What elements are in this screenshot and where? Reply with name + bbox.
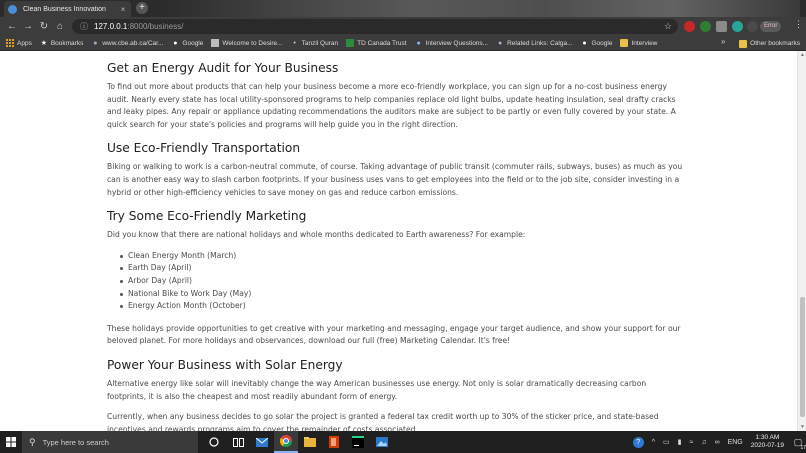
- clock-time: 1:30 AM: [755, 434, 780, 441]
- section-heading: Power Your Business with Solar Energy: [107, 357, 343, 372]
- battery-icon[interactable]: ▮: [678, 438, 682, 446]
- section-paragraph: Biking or walking to work is a carbon-ne…: [107, 162, 683, 197]
- list-item: Energy Action Month (October): [120, 300, 685, 313]
- section-heading: Use Eco-Friendly Transportation: [107, 141, 301, 156]
- bookmark-item[interactable]: ● Google: [171, 39, 203, 47]
- notification-count: 17: [800, 445, 806, 451]
- taskbar-clock[interactable]: 1:30 AM 2020-07-19: [751, 434, 784, 450]
- extension-green-icon[interactable]: [700, 21, 711, 32]
- office-app-icon[interactable]: [322, 431, 346, 453]
- folder-icon: [739, 39, 748, 48]
- star-icon: ★: [40, 40, 47, 47]
- address-bar[interactable]: ⓘ 127.0.0.1:8000/business/ ☆: [72, 19, 678, 34]
- list-item: Earth Day (April): [120, 262, 685, 275]
- list-item: Arbor Day (April): [120, 275, 685, 288]
- site-info-icon[interactable]: ⓘ: [80, 21, 88, 32]
- section-paragraph: These holidays provide opportunities to …: [107, 323, 681, 346]
- td-icon: [346, 39, 355, 47]
- apps-grid-icon: [6, 39, 14, 47]
- list-item: Clean Energy Month (March): [120, 250, 685, 263]
- section-heading: Try Some Eco-Friendly Marketing: [107, 209, 307, 224]
- action-center-button[interactable]: ▢ 17: [790, 431, 806, 453]
- extension-teal-icon[interactable]: [732, 21, 743, 32]
- list-item: National Bike to Work Day (May): [120, 288, 685, 301]
- photos-app-icon[interactable]: [370, 431, 394, 453]
- tab-strip: Clean Business Innovation × +: [0, 0, 806, 17]
- home-icon[interactable]: ⌂: [52, 21, 68, 32]
- bookmark-item[interactable]: • Tanzil Quran: [291, 39, 338, 47]
- bookmark-item[interactable]: ● Related Links: Calga...: [496, 39, 573, 47]
- extension-grey-icon[interactable]: [716, 21, 727, 32]
- bookmarks-bar: Apps ★ Bookmarks ● www.cbe.ab.ca/Car... …: [0, 36, 806, 51]
- section-paragraph: Alternative energy like solar will inevi…: [107, 378, 647, 401]
- section-paragraph: Currently, when any business decides to …: [107, 412, 659, 431]
- bookmark-item[interactable]: Interview: [620, 39, 657, 47]
- page-content: Get an Energy Audit for Your Business To…: [0, 51, 806, 431]
- menu-kebab-icon[interactable]: ⋮: [794, 19, 803, 30]
- chrome-app-icon[interactable]: [274, 431, 298, 453]
- bookmark-item[interactable]: ● Interview Questions...: [415, 39, 488, 47]
- article: Get an Energy Audit for Your Business To…: [107, 61, 685, 431]
- bookmark-item[interactable]: ● www.cbe.ab.ca/Car...: [91, 39, 163, 47]
- site-icon: [211, 39, 220, 47]
- google-icon: ●: [582, 39, 587, 47]
- mail-app-icon[interactable]: [250, 431, 274, 453]
- extensions-puzzle-icon[interactable]: [747, 21, 758, 32]
- bookmark-item[interactable]: ● Google: [581, 39, 612, 47]
- back-icon[interactable]: ←: [4, 21, 20, 32]
- url-text[interactable]: 127.0.0.1:8000/business/: [94, 22, 183, 31]
- search-icon: ⚲: [29, 436, 36, 447]
- storage-icon[interactable]: ▭: [663, 438, 670, 446]
- task-view-icon[interactable]: [226, 431, 250, 453]
- extension-red-icon[interactable]: [684, 21, 695, 32]
- holiday-list: Clean Energy Month (March) Earth Day (Ap…: [107, 250, 685, 313]
- network-icon[interactable]: ∞: [715, 439, 720, 446]
- profile-error-badge[interactable]: Error: [760, 21, 782, 32]
- bookmark-star-icon[interactable]: ☆: [664, 21, 672, 32]
- windows-taskbar: ⚲ Type here to search ? ^ ▭ ▮ ≈ ♫ ∞ ENG …: [0, 431, 806, 453]
- show-hidden-icons-icon[interactable]: ^: [652, 439, 655, 446]
- scroll-up-icon[interactable]: ▲: [799, 52, 806, 58]
- language-indicator[interactable]: ENG: [728, 439, 743, 446]
- scroll-down-icon[interactable]: ▼: [799, 424, 806, 430]
- file-explorer-icon[interactable]: [298, 431, 322, 453]
- bookmark-item[interactable]: ★ Bookmarks: [40, 39, 84, 48]
- google-icon: ●: [173, 39, 178, 47]
- pycharm-icon[interactable]: [346, 431, 370, 453]
- section-paragraph: Did you know that there are national hol…: [107, 230, 526, 240]
- tab-title: Clean Business Innovation: [23, 5, 106, 13]
- browser-tab[interactable]: Clean Business Innovation ×: [4, 1, 131, 17]
- new-tab-button[interactable]: +: [136, 2, 148, 14]
- wifi-icon[interactable]: ≈: [689, 439, 693, 446]
- forward-icon[interactable]: →: [20, 21, 36, 32]
- taskbar-search-box[interactable]: ⚲ Type here to search: [22, 431, 198, 453]
- section-heading: Get an Energy Audit for Your Business: [107, 61, 339, 75]
- help-icon[interactable]: ?: [632, 436, 644, 448]
- system-tray: ? ^ ▭ ▮ ≈ ♫ ∞ ENG 1:30 AM 2020-07-19 ▢ 1…: [629, 431, 806, 453]
- search-placeholder: Type here to search: [42, 437, 109, 447]
- globe-icon: ●: [93, 39, 98, 47]
- folder-icon: [620, 39, 629, 47]
- scrollbar-thumb[interactable]: [800, 297, 805, 417]
- windows-logo-icon: [6, 437, 16, 447]
- globe-icon: ●: [497, 39, 503, 47]
- page-scrollbar[interactable]: ▲ ▼: [797, 51, 806, 431]
- volume-icon[interactable]: ♫: [701, 439, 706, 446]
- bookmarks-overflow-icon[interactable]: »: [721, 37, 725, 46]
- bookmark-item[interactable]: Welcome to Desire...: [211, 39, 283, 47]
- cortana-icon[interactable]: [202, 431, 226, 453]
- bookmark-item[interactable]: Apps: [6, 39, 32, 47]
- section-paragraph: To find out more about products that can…: [107, 82, 676, 129]
- theme-background: [160, 0, 800, 17]
- tab-favicon-icon: [8, 4, 17, 14]
- other-bookmarks[interactable]: Other bookmarks: [739, 36, 800, 51]
- web-icon: ●: [416, 39, 421, 47]
- tanzil-icon: •: [293, 39, 296, 47]
- tab-close-button[interactable]: ×: [119, 5, 127, 14]
- clock-date: 2020-07-19: [750, 442, 784, 449]
- reload-icon[interactable]: ↻: [36, 21, 52, 32]
- bookmark-item[interactable]: TD Canada Trust: [346, 39, 407, 47]
- start-button[interactable]: [0, 431, 22, 453]
